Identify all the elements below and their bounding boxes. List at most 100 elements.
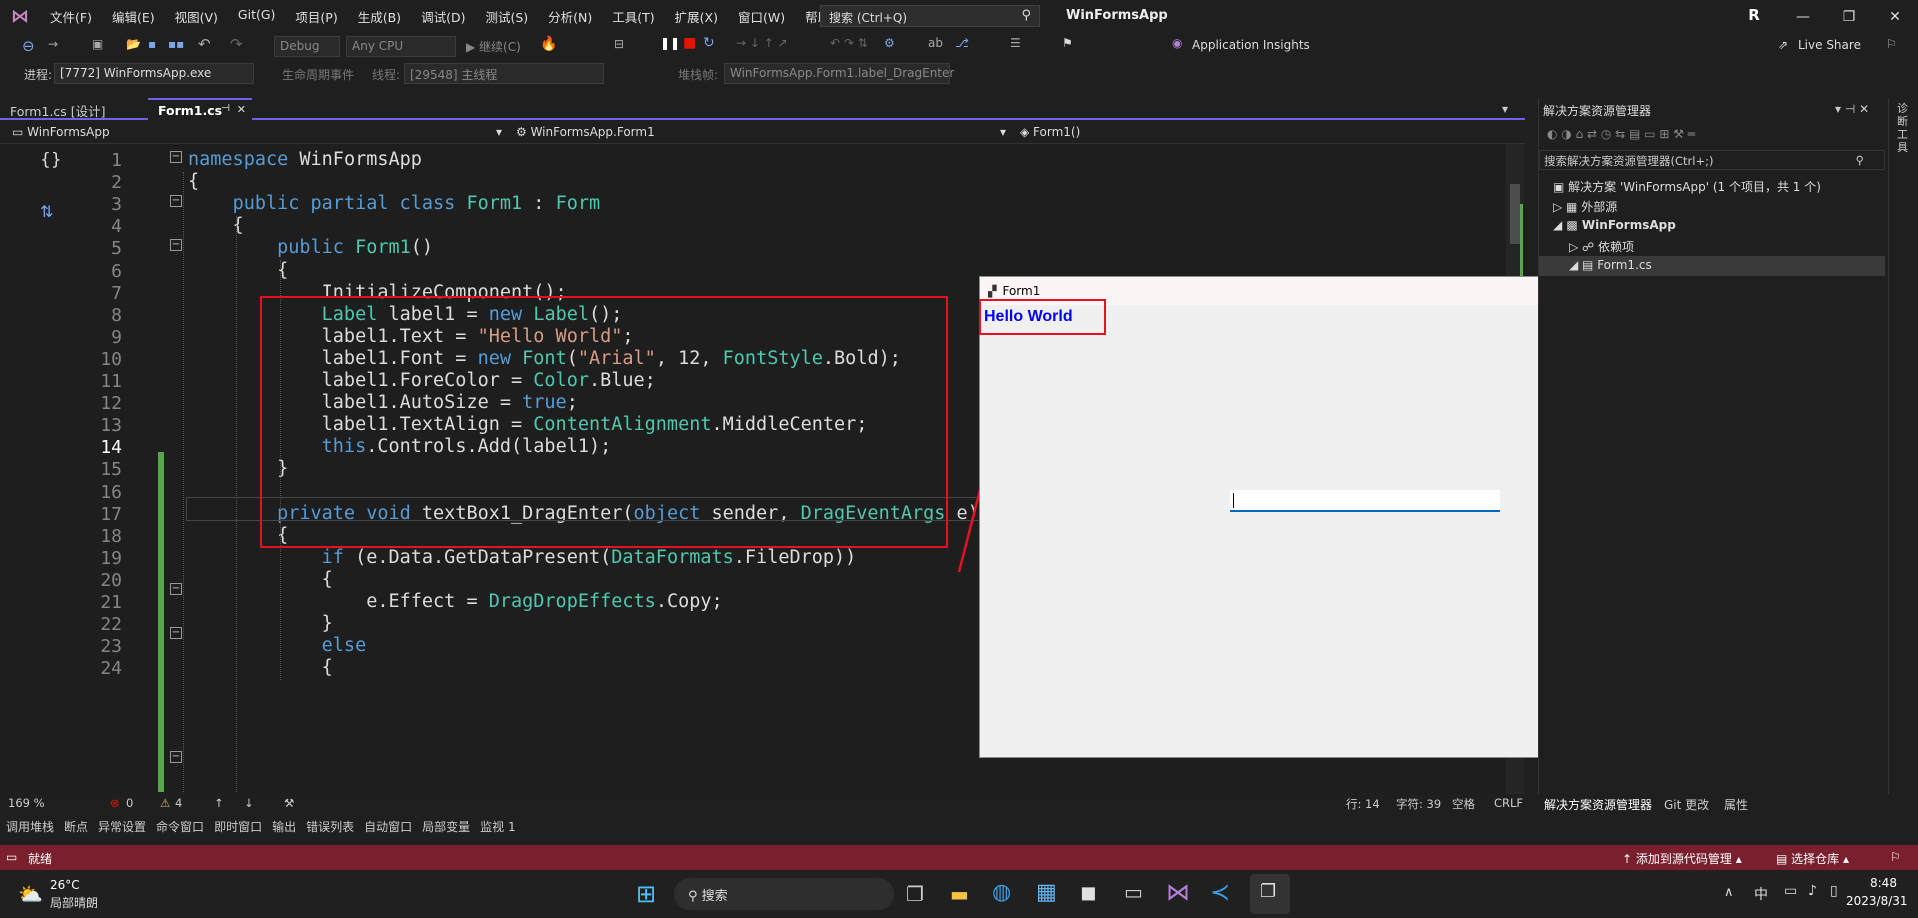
menu-item[interactable]: 测试(S) (475, 7, 538, 26)
volume-icon[interactable]: ♪ (1808, 883, 1817, 899)
scrollbar-thumb[interactable] (1510, 184, 1520, 244)
fold-toggle[interactable]: − (170, 751, 182, 763)
code-line[interactable]: if (e.Data.GetDataPresent(DataFormats.Fi… (188, 547, 857, 568)
new-project-icon[interactable]: ▣ (92, 37, 103, 51)
edge-icon[interactable]: ◍ (992, 880, 1011, 905)
running-app-button[interactable]: ❐ (1250, 874, 1290, 914)
menu-item[interactable]: Git(G) (228, 7, 286, 26)
tab-git-changes[interactable]: Git 更改 (1664, 796, 1709, 813)
live-share-icon[interactable]: ⇗ (1778, 38, 1788, 52)
redo-icon[interactable]: ↷ (230, 35, 243, 53)
close-icon[interactable]: ✕ (1872, 0, 1918, 33)
visual-studio-icon[interactable]: ⋈ (1166, 878, 1190, 906)
tool-window-tab[interactable]: 输出 (272, 818, 296, 835)
menu-item[interactable]: 编辑(E) (102, 7, 165, 26)
warning-count[interactable]: 4 (175, 796, 182, 810)
open-icon[interactable]: 📂 (126, 37, 141, 51)
code-line[interactable]: { (188, 657, 333, 678)
restore-icon[interactable]: ❐ (1826, 0, 1872, 33)
restart-icon[interactable]: ↻ (703, 35, 715, 51)
menu-item[interactable]: 生成(B) (348, 7, 411, 26)
class-dropdown[interactable]: ⚙ WinFormsApp.Form1 ▾ (510, 124, 1010, 142)
code-line[interactable]: } (188, 613, 333, 634)
solution-search-input[interactable]: 搜索解决方案资源管理器(Ctrl+;) ⚲ (1539, 150, 1885, 170)
stop-icon[interactable]: ■ (683, 35, 696, 51)
nav-icons[interactable]: ↶ ↷ ⇅ (830, 36, 868, 50)
notifications-icon[interactable]: ⚐ (1890, 850, 1901, 864)
stack-frame-select[interactable]: WinFormsApp.Form1.label_DragEnter (724, 63, 954, 84)
error-icon[interactable]: ⊗ (110, 796, 120, 810)
live-share-button[interactable]: Live Share (1798, 38, 1861, 52)
pin-icon[interactable]: ⊣ (221, 103, 230, 114)
comment-icon[interactable]: ☰ (1010, 36, 1021, 50)
debug-tools-icon[interactable]: ⚙ (884, 36, 895, 50)
fold-toggle[interactable]: − (170, 195, 182, 207)
terminal-icon[interactable]: ▭ (1124, 880, 1143, 904)
column-status[interactable]: 字符: 39 (1396, 796, 1441, 812)
vscode-icon[interactable]: ≺ (1210, 878, 1230, 906)
tool-window-tab[interactable]: 断点 (64, 818, 88, 835)
add-source-control[interactable]: ↑ 添加到源代码管理 ▴ (1622, 850, 1742, 867)
bookmark-icon[interactable]: ⚑ (1062, 36, 1073, 50)
fold-toggle[interactable]: − (170, 239, 182, 251)
save-icon[interactable]: ▪ (148, 37, 156, 51)
tab-solution-explorer[interactable]: 解决方案资源管理器 (1544, 796, 1652, 813)
taskbar-search[interactable]: ⚲ 搜索 (674, 878, 894, 910)
tab-form1-designer[interactable]: Form1.cs [设计] (0, 98, 148, 120)
diagnostic-tools-rail[interactable]: 诊断工具 (1888, 98, 1918, 794)
line-number-status[interactable]: 行: 14 (1346, 796, 1380, 812)
menu-item[interactable]: 扩展(X) (665, 7, 728, 26)
account-avatar[interactable]: R (1744, 6, 1764, 26)
tool-window-tab[interactable]: 局部变量 (422, 818, 470, 835)
fold-toggle[interactable]: − (170, 151, 182, 163)
thread-icon[interactable]: ⎇ (955, 36, 969, 50)
project-dropdown[interactable]: ▭ WinFormsApp ▾ (6, 124, 506, 142)
rider-icon[interactable]: ◼ (1080, 880, 1097, 904)
pause-icon[interactable]: ❚❚ (660, 36, 680, 50)
minimize-icon[interactable]: — (1780, 0, 1826, 33)
weather-icon[interactable]: ⛅ (18, 882, 43, 906)
clock-date[interactable]: 2023/8/31 (1846, 894, 1908, 908)
member-dropdown[interactable]: ◈ Form1() (1014, 124, 1504, 142)
tool-window-tab[interactable]: 即时窗口 (214, 818, 262, 835)
search-box[interactable]: 搜索 (Ctrl+Q) ⚲ (820, 5, 1040, 27)
spell-icon[interactable]: ab (928, 36, 943, 50)
tool-window-tab[interactable]: 自动窗口 (364, 818, 412, 835)
menu-item[interactable]: 项目(P) (285, 7, 347, 26)
sort-icon[interactable]: ⇅ (40, 202, 53, 221)
prev-issue-icon[interactable]: ↑ (214, 796, 224, 810)
continue-button[interactable]: ▶ 继续(C) (466, 38, 521, 55)
step-icons[interactable]: → ↓ ↑ ↗ (736, 36, 788, 50)
weather-temp[interactable]: 26°C (50, 878, 80, 892)
textbox1[interactable] (1230, 490, 1500, 512)
warning-icon[interactable]: ⚠ (160, 796, 170, 810)
configuration-select[interactable]: Debug (274, 36, 340, 57)
panel-options-icon[interactable]: ▾ ⊣ ✕ (1835, 102, 1869, 116)
zoom-level[interactable]: 169 % (8, 796, 45, 810)
menu-item[interactable]: 分析(N) (538, 7, 602, 26)
tool-window-tab[interactable]: 错误列表 (306, 818, 354, 835)
tool-window-tab[interactable]: 命令窗口 (156, 818, 204, 835)
back-icon[interactable]: ⊖ (22, 37, 35, 55)
feedback-icon[interactable]: ⚐ (1886, 37, 1897, 51)
tool-window-tab[interactable]: 监视 1 (480, 818, 515, 835)
undo-icon[interactable]: ↶ (198, 35, 211, 53)
ime-indicator[interactable]: 中 (1754, 884, 1768, 904)
hot-reload-icon[interactable]: 🔥 (540, 36, 557, 52)
cleanup-icon[interactable]: ⚒ (284, 796, 294, 810)
menu-item[interactable]: 调试(D) (411, 7, 475, 26)
menu-item[interactable]: 窗口(W) (728, 7, 795, 26)
tool-window-tab[interactable]: 异常设置 (98, 818, 146, 835)
tree-item-external[interactable]: ▷ ▦ 外部源 (1553, 198, 1617, 215)
clock-time[interactable]: 8:48 (1870, 876, 1897, 890)
forward-icon[interactable]: → (48, 37, 58, 51)
tool-window-tab[interactable]: 调用堆栈 (6, 818, 54, 835)
tab-overflow-icon[interactable]: ▾ (1502, 102, 1508, 116)
whitespace-status[interactable]: 空格 (1452, 796, 1475, 812)
next-issue-icon[interactable]: ↓ (244, 796, 254, 810)
save-all-icon[interactable]: ▪▪ (168, 37, 184, 51)
line-ending-status[interactable]: CRLF (1494, 796, 1523, 810)
diagnostic-tools-tab[interactable]: 诊断工具 (1897, 102, 1911, 154)
tree-item-solution[interactable]: ▣ 解决方案 'WinFormsApp' (1 个项目，共 1 个) (1553, 178, 1821, 195)
visual-studio-logo-icon[interactable]: ⋈ (0, 0, 40, 33)
